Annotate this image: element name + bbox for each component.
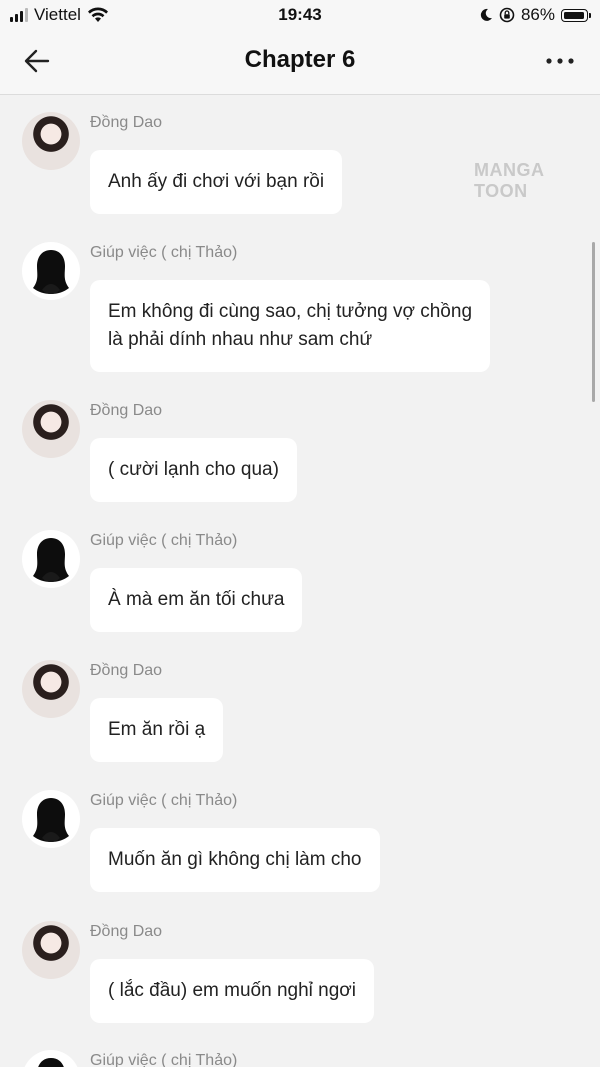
message-text-line: Anh ấy đi chơi với bạn rồi [108,171,325,192]
avatar[interactable] [22,242,80,300]
avatar[interactable] [22,400,80,458]
moon-icon [480,8,492,21]
message-bubble: Muốn ăn gì không chị làm cho [90,828,380,892]
more-options-button[interactable] [542,48,578,74]
status-right: 86% [479,5,591,25]
sender-name: Đồng Dao [90,402,163,419]
page-title: Chapter 6 [244,46,356,73]
battery-percent: 86% [520,5,555,24]
sender-name: Giúp việc ( chị Thảo) [90,244,238,261]
watermark-logo: MANGA TOON [474,160,544,201]
avatar[interactable] [22,790,80,848]
avatar[interactable] [22,112,80,170]
sender-name: Đồng Dao [90,662,163,679]
message-bubble: ( lắc đầu) em muốn nghỉ ngơi [90,959,374,1023]
sender-name: Giúp việc ( chị Thảo) [90,532,238,549]
scrollbar[interactable] [592,242,595,402]
rotation-lock-icon [499,7,515,23]
avatar[interactable] [22,660,80,718]
sender-name: Đồng Dao [90,114,163,131]
message-bubble: Em ăn rồi ạ [90,698,224,762]
battery-icon [561,8,591,22]
message-bubble: Em không đi cùng sao, chị tưởng vợ chồng… [90,280,491,372]
message-bubble: À mà em ăn tối chưa [90,568,303,632]
message-text-line: Muốn ăn gì không chị làm cho [108,849,362,870]
chat-screen: Viettel 19:43 86% Chapter 6 MANGA TOON Đ… [0,0,600,1067]
more-horizontal-icon [546,58,574,64]
message-text-line: là phải dính nhau như sam chứ [108,329,373,350]
sender-name: Đồng Dao [90,923,163,940]
message-text-line: Em ăn rồi ạ [108,719,206,740]
message-bubble: ( cười lạnh cho qua) [90,438,297,502]
avatar[interactable] [22,1050,80,1067]
message-text-line: Em không đi cùng sao, chị tưởng vợ chồng [108,301,473,322]
nav-header: Chapter 6 [0,30,600,95]
message-bubble: Anh ấy đi chơi với bạn rồi [90,150,343,214]
status-bar: Viettel 19:43 86% [0,0,600,30]
message-text-line: ( lắc đầu) em muốn nghỉ ngơi [108,980,356,1001]
avatar[interactable] [22,530,80,588]
sender-name: Giúp việc ( chị Thảo) [90,792,238,809]
avatar[interactable] [22,921,80,979]
sender-name: Giúp việc ( chị Thảo) [90,1052,238,1067]
message-text-line: À mà em ăn tối chưa [108,589,285,610]
message-text-line: ( cười lạnh cho qua) [108,459,279,480]
